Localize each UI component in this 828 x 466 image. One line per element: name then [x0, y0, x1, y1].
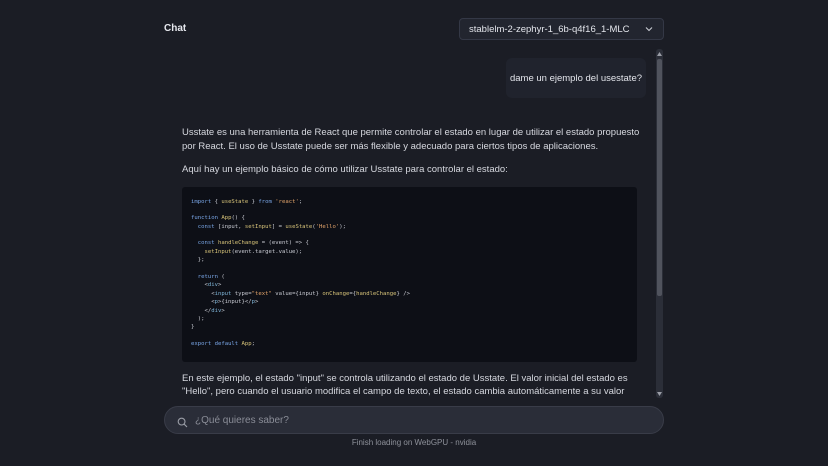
status-text: Finish loading on WebGPU - nvidia [351, 438, 477, 447]
search-input[interactable] [195, 414, 651, 426]
chevron-down-icon [644, 24, 654, 34]
assistant-message: Usstate es una herramienta de React que … [182, 126, 642, 398]
assistant-paragraph: Aquí hay un ejemplo básico de cómo utili… [182, 164, 508, 175]
code-block: import { useState } from 'react'; functio… [182, 186, 637, 362]
code-line: const [input, setInput] = useState('Hell… [197, 223, 346, 230]
code-line: <div> [191, 282, 222, 289]
code-line: ); [191, 315, 205, 322]
search-bar[interactable] [164, 406, 664, 434]
model-select-dropdown[interactable]: stablelm-2-zephyr-1_6b-q4f16_1-MLC [459, 18, 664, 40]
page-title: Chat [164, 23, 187, 34]
scrollbar-thumb[interactable] [657, 59, 662, 296]
scroll-up-arrow-icon[interactable] [656, 50, 663, 57]
chat-messages[interactable]: dame un ejemplo del usestate? Usstate es… [164, 48, 664, 398]
code-line: <p>{input}</p> [191, 299, 259, 306]
assistant-paragraph: En este ejemplo, el estado "input" se co… [182, 372, 628, 398]
assistant-paragraph: Usstate es una herramienta de React que … [182, 127, 640, 152]
code-line: }; [191, 257, 205, 264]
code-line: function App() { [191, 215, 245, 222]
user-message: dame un ejemplo del usestate? [506, 58, 646, 98]
chat-scrollbar[interactable] [656, 49, 663, 398]
scroll-down-arrow-icon[interactable] [656, 390, 663, 397]
code-line: export default App; [191, 341, 256, 348]
code-line: </div> [191, 307, 225, 314]
code-line: <input type="text" value={input} onChang… [191, 290, 410, 297]
code-line: } [191, 324, 195, 331]
code-line: return ( [197, 274, 225, 281]
code-line: setInput(event.target.value); [204, 248, 303, 255]
code-line: const handleChange = (event) => { [197, 240, 309, 247]
model-select-value: stablelm-2-zephyr-1_6b-q4f16_1-MLC [469, 23, 630, 35]
code-line: import { useState } from 'react'; [191, 198, 303, 205]
search-icon [177, 415, 188, 427]
